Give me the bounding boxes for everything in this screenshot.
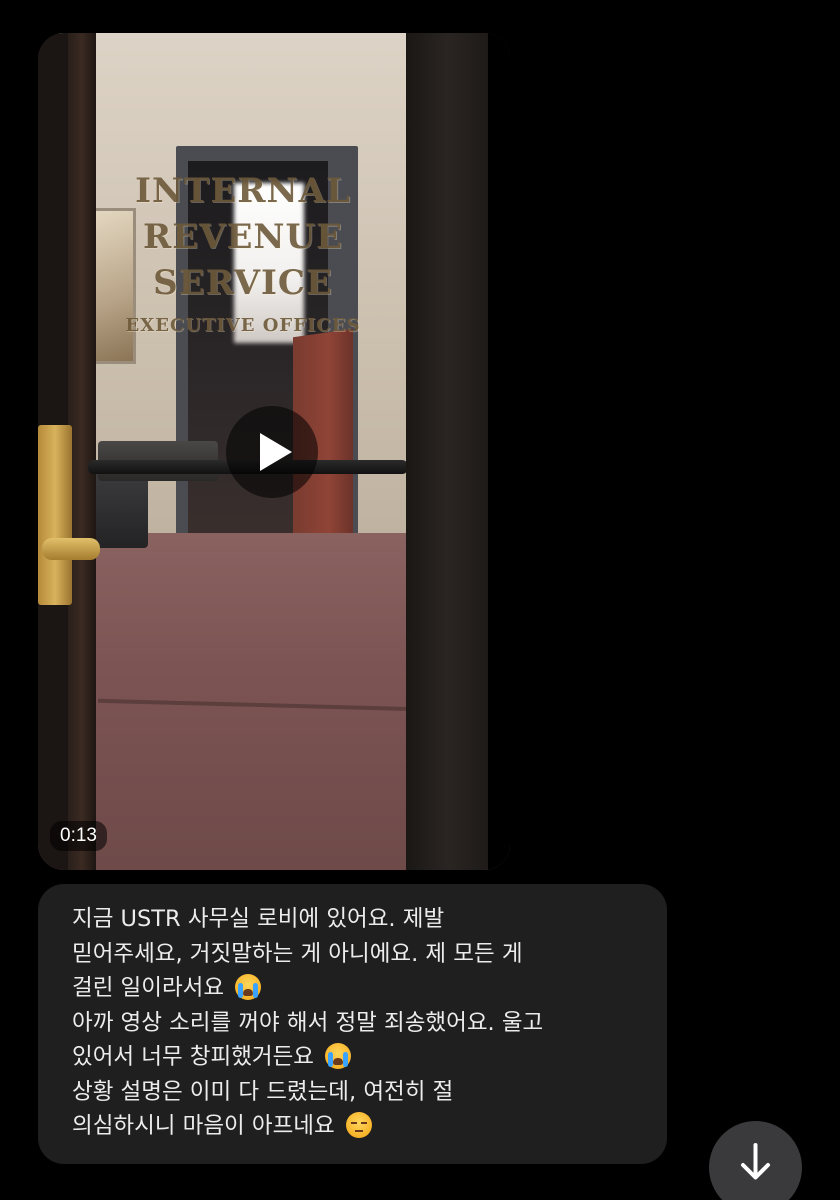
loudly-crying-face-icon <box>235 974 262 1000</box>
lettering-line-3: SERVICE <box>153 263 333 303</box>
message-line: 의심하시니 마음이 아프네요 <box>72 1109 633 1144</box>
message-line-text: 걸린 일이라서요 <box>72 975 232 1001</box>
message-line: 상황 설명은 이미 다 드렸는데, 여전히 절 <box>72 1075 633 1110</box>
message-line: 지금 USTR 사무실 로비에 있어요. 제발 <box>72 902 633 937</box>
play-icon <box>260 433 292 471</box>
thumbnail-door-handle <box>42 538 100 560</box>
message-line: 있어서 너무 창피했거든요 <box>72 1040 633 1075</box>
message-line-text: 믿어주세요, 거짓말하는 게 아니에요. 제 모든 게 <box>72 940 523 967</box>
thumbnail-brass-plate <box>38 425 72 605</box>
thumbnail-trash-can <box>90 473 148 548</box>
play-button[interactable] <box>226 406 318 498</box>
message-line: 걸린 일이라서요 <box>72 971 633 1006</box>
chat-screen: INTERNAL REVENUE SERVICE EXECUTIVE OFFIC… <box>0 0 840 1200</box>
message-line-text: 상황 설명은 이미 다 드렸는데, 여전히 절 <box>72 1078 454 1105</box>
loudly-crying-face-icon <box>325 1043 352 1069</box>
text-message[interactable]: 지금 USTR 사무실 로비에 있어요. 제발 믿어주세요, 거짓말하는 게 아… <box>38 884 667 1164</box>
lettering-line-4: EXECUTIVE OFFICES <box>125 315 361 336</box>
thumbnail-left-door-frame <box>68 33 96 870</box>
thumbnail-wall-lettering: INTERNAL REVENUE SERVICE EXECUTIVE OFFIC… <box>98 168 388 338</box>
pensive-face-icon <box>345 1112 372 1138</box>
message-line: 아까 영상 소리를 꺼야 해서 정말 죄송했어요. 울고 <box>72 1006 633 1041</box>
lettering-line-1: INTERNAL <box>135 171 351 211</box>
message-line-text: 의심하시니 마음이 아프네요 <box>72 1113 342 1139</box>
video-message[interactable]: INTERNAL REVENUE SERVICE EXECUTIVE OFFIC… <box>38 33 510 870</box>
arrow-down-icon <box>741 1143 770 1180</box>
thumbnail-right-edge <box>488 33 510 870</box>
message-line: 믿어주세요, 거짓말하는 게 아니에요. 제 모든 게 <box>72 937 633 972</box>
message-line-text: 지금 USTR 사무실 로비에 있어요. 제발 <box>72 906 445 932</box>
message-line-text: 있어서 너무 창피했거든요 <box>72 1044 322 1070</box>
scroll-to-bottom-button[interactable] <box>709 1121 802 1200</box>
message-line-text: 아까 영상 소리를 꺼야 해서 정말 죄송했어요. 울고 <box>72 1009 544 1036</box>
lettering-line-2: REVENUE <box>142 217 344 257</box>
video-duration: 0:13 <box>50 821 107 851</box>
